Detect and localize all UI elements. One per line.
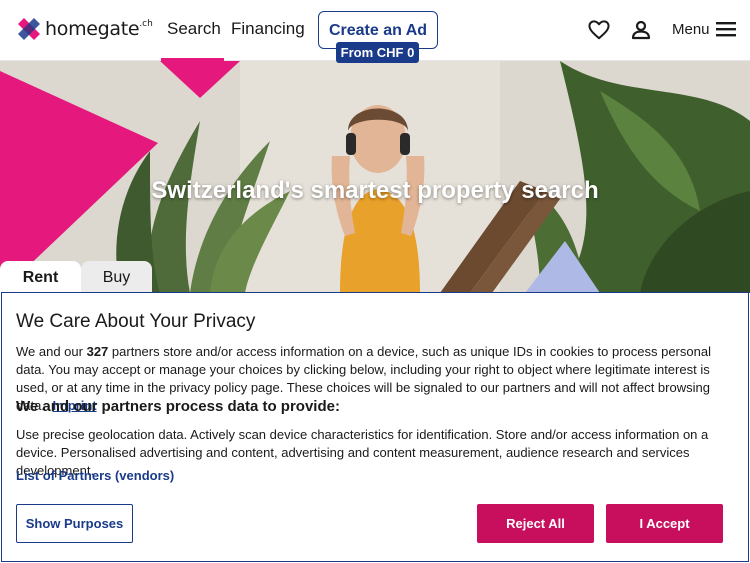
create-ad-badge: From CHF 0	[336, 42, 419, 63]
partner-count: 327	[86, 344, 109, 359]
partners-list-link[interactable]: List of Partners (vendors)	[16, 468, 174, 483]
user-icon[interactable]	[629, 18, 653, 42]
logo-text: homegate	[45, 18, 140, 40]
tab-buy[interactable]: Buy	[81, 261, 152, 295]
privacy-text-intro: We and our	[16, 344, 83, 359]
privacy-subtitle: We and our partners process data to prov…	[16, 398, 340, 415]
logo-tld: .ch	[139, 19, 153, 29]
tab-rent[interactable]: Rent	[0, 261, 81, 295]
search-tabs: Rent Buy	[0, 261, 152, 295]
homegate-logo[interactable]: homegate .ch	[18, 18, 153, 40]
heart-icon[interactable]	[587, 18, 611, 42]
accept-button[interactable]: I Accept	[606, 504, 723, 543]
reject-all-button[interactable]: Reject All	[477, 504, 594, 543]
nav-financing[interactable]: Financing	[231, 19, 305, 39]
privacy-title: We Care About Your Privacy	[16, 311, 256, 332]
menu-label[interactable]: Menu	[672, 21, 710, 38]
homegate-logo-icon	[18, 18, 40, 40]
show-purposes-button[interactable]: Show Purposes	[16, 504, 133, 543]
hero-title: Switzerland's smartest property search	[151, 177, 599, 204]
privacy-dialog: We Care About Your Privacy We and our 32…	[1, 292, 749, 562]
nav-active-indicator	[161, 58, 224, 61]
menu-icon[interactable]	[716, 21, 736, 39]
nav-search[interactable]: Search	[167, 19, 221, 39]
hero-banner: Switzerland's smartest property search	[0, 61, 750, 293]
